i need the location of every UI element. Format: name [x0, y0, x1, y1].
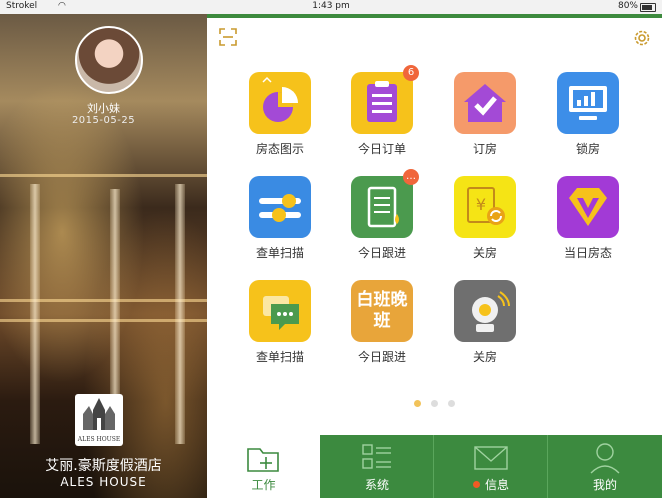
camera-icon [454, 280, 516, 342]
tab-bar: 工作 系统 信息 我的 [207, 435, 662, 498]
user-name: 刘小妹 [87, 102, 120, 115]
gear-icon[interactable] [632, 28, 652, 48]
battery-icon [640, 3, 656, 12]
followup-badge: … [403, 169, 419, 185]
person-icon [590, 443, 620, 474]
shift-text: 白班晚班 [356, 290, 408, 331]
notebook-icon: … [351, 169, 419, 238]
hotel-logo: ALES HOUSE [75, 394, 123, 446]
logo-text: ALES HOUSE [77, 436, 121, 443]
tile-label: 今日跟进 [357, 246, 406, 260]
list-grid-icon [362, 444, 391, 469]
diamond-icon [557, 176, 619, 238]
tab-label: 信息 [484, 478, 509, 492]
clipboard-list-icon: 6 [351, 65, 419, 134]
page-indicator[interactable] [207, 392, 662, 411]
tile-label: 当日房态 [563, 246, 612, 260]
tile-label: 关房 [472, 350, 497, 364]
tile-label: 查单扫描 [255, 350, 304, 364]
page-dot[interactable] [448, 400, 455, 407]
avatar[interactable] [75, 26, 143, 94]
user-date: 2015-05-25 [71, 115, 136, 126]
scan-icon[interactable] [219, 28, 237, 46]
tab-mine[interactable]: 我的 [548, 435, 662, 498]
status-bar: Strokel ◠ 1:43 pm 80% [0, 0, 662, 14]
house-check-icon [454, 72, 516, 134]
tile-label: 订房 [472, 142, 497, 156]
tile-order-scan[interactable]: 查单扫描 [235, 176, 325, 261]
folder-plus-icon [246, 448, 279, 472]
sliders-icon [249, 176, 311, 238]
shift-text-icon: 白班晚班 [351, 280, 413, 342]
work-panel: 房态图示 6 今日订单 订房 锁房 查单扫描 … 今日跟进 ¥ 关房 当日房态 … [207, 14, 662, 435]
status-time: 1:43 pm [312, 1, 350, 11]
tile-label: 今日订单 [357, 142, 406, 156]
tile-close-room-2[interactable]: 关房 [440, 280, 530, 365]
tile-order-scan-2[interactable]: 查单扫描 [235, 280, 325, 365]
monitor-chart-icon [557, 72, 619, 134]
chat-bubble-icon [249, 280, 311, 342]
profile-panel: 刘小妹 2015-05-25 ALES HOUSE 艾丽.豪斯度假酒店 ALES… [0, 14, 207, 498]
pie-chart-icon [249, 72, 311, 134]
tile-label: 关房 [472, 246, 497, 260]
tile-today-orders[interactable]: 6 今日订单 [337, 65, 427, 157]
page-dot[interactable] [431, 400, 438, 407]
tab-label: 我的 [592, 478, 617, 492]
tab-system[interactable]: 系统 [320, 435, 434, 498]
tile-label: 房态图示 [255, 142, 304, 156]
tile-label: 查单扫描 [255, 246, 304, 260]
unread-dot [472, 481, 480, 488]
tile-close-room[interactable]: ¥ 关房 [440, 176, 530, 261]
hotel-name-en: ALES HOUSE [60, 475, 147, 489]
yen-document-icon: ¥ [454, 176, 516, 238]
tile-label: 今日跟进 [357, 350, 406, 364]
tile-label: 锁房 [575, 142, 600, 156]
hotel-name-cn: 艾丽.豪斯度假酒店 [45, 458, 162, 474]
tab-label: 系统 [364, 478, 389, 492]
page-dot[interactable] [414, 400, 421, 407]
svg-text:¥: ¥ [476, 195, 486, 214]
tile-book-room[interactable]: 订房 [440, 72, 530, 157]
tile-lock-room[interactable]: 锁房 [543, 72, 633, 157]
accent-line [207, 14, 662, 18]
tab-work[interactable]: 工作 [207, 435, 320, 498]
tile-room-status-chart[interactable]: 房态图示 [235, 72, 325, 157]
tile-today-followup[interactable]: … 今日跟进 [337, 169, 427, 261]
envelope-icon [474, 446, 508, 470]
tab-label: 工作 [251, 478, 276, 492]
battery-percent: 80% [617, 1, 638, 11]
order-count-badge: 6 [403, 65, 419, 81]
tile-day-room-status[interactable]: 当日房态 [543, 176, 633, 261]
tab-messages[interactable]: 信息 [434, 435, 548, 498]
tile-today-followup-2[interactable]: 白班晚班 今日跟进 [337, 280, 427, 365]
